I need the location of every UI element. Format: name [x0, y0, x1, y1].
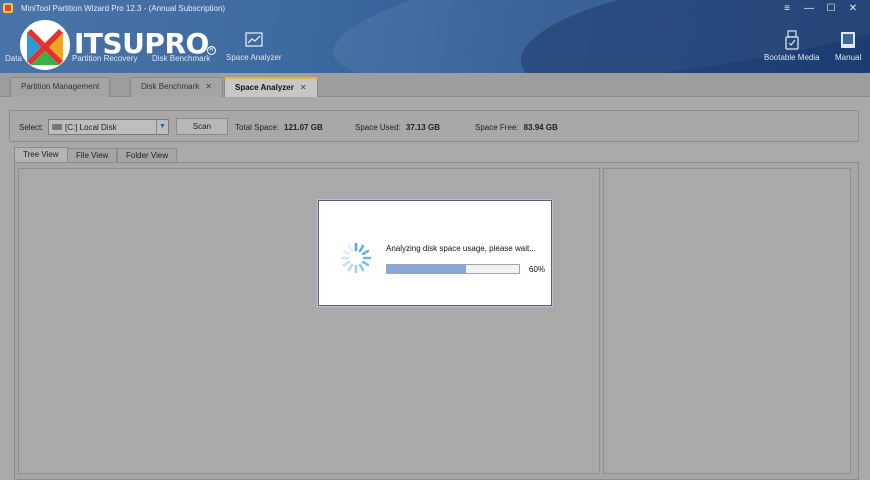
- disk-icon: [52, 124, 62, 130]
- total-space-value: 121.07 GB: [284, 123, 323, 132]
- window-title: MiniTool Partition Wizard Pro 12.3 - (An…: [21, 4, 226, 13]
- tab-partition-management[interactable]: Partition Management: [10, 77, 111, 97]
- space-free-label: Space Free:: [475, 123, 519, 132]
- logo-text: ITSUPRO: [74, 27, 209, 60]
- usb-icon: [785, 30, 799, 50]
- title-ribbon: MiniTool Partition Wizard Pro 12.3 - (An…: [0, 0, 870, 73]
- close-tab-icon[interactable]: ✕: [300, 83, 307, 92]
- drive-select[interactable]: [C:] Local Disk ▼: [48, 119, 169, 135]
- tab-file-view[interactable]: File View: [67, 148, 118, 162]
- tab-tree-view[interactable]: Tree View: [14, 147, 68, 162]
- select-bar: Select: [C:] Local Disk ▼ Scan Total Spa…: [9, 110, 859, 142]
- toolbar-space-analyzer[interactable]: Space Analyzer: [226, 30, 282, 62]
- tab-label: Disk Benchmark: [141, 82, 200, 91]
- progress-bar-fill: [387, 265, 467, 273]
- tab-disk-benchmark[interactable]: Disk Benchmark ✕: [130, 77, 223, 97]
- book-icon: [841, 32, 856, 48]
- tab-label: Partition Management: [21, 82, 100, 91]
- space-used-label: Space Used:: [355, 123, 401, 132]
- main-tab-strip: Partition Management Disk Benchmark ✕ Spa…: [0, 73, 870, 97]
- logo-icon: [27, 29, 63, 65]
- toolbar-bootable-media[interactable]: Bootable Media: [764, 30, 820, 62]
- progress-dialog: Analyzing disk space usage, please wait.…: [318, 200, 552, 306]
- progress-message: Analyzing disk space usage, please wait.…: [386, 244, 536, 253]
- total-space-stat: Total Space: 121.07 GB: [235, 123, 323, 132]
- loading-spinner-icon: [340, 242, 372, 274]
- maximize-button[interactable]: ☐: [820, 2, 842, 16]
- scan-button[interactable]: Scan: [176, 118, 228, 135]
- watermark-logo: ITSUPRO R: [20, 20, 220, 72]
- tool-label: Space Analyzer: [226, 53, 282, 62]
- close-tab-icon[interactable]: ✕: [205, 82, 212, 91]
- space-used-value: 37.13 GB: [405, 123, 441, 132]
- total-space-label: Total Space:: [235, 123, 280, 132]
- tab-folder-view[interactable]: Folder View: [117, 148, 178, 162]
- menu-button[interactable]: ≡: [776, 2, 798, 16]
- progress-percent: 60%: [529, 265, 546, 274]
- app-icon: [3, 3, 13, 13]
- tool-label: Manual: [835, 53, 862, 62]
- tab-label: Space Analyzer: [235, 83, 294, 92]
- space-used-stat: Space Used: 37.13 GB: [355, 123, 440, 132]
- tab-space-analyzer[interactable]: Space Analyzer ✕: [224, 77, 318, 97]
- minimize-button[interactable]: —: [798, 2, 820, 16]
- close-button[interactable]: ✕: [842, 2, 864, 16]
- window-controls: ≡ — ☐ ✕: [776, 2, 864, 16]
- registered-mark: R: [207, 46, 216, 55]
- detail-pane[interactable]: [603, 168, 851, 474]
- select-label: Select:: [19, 123, 44, 132]
- logo-mark: [20, 20, 70, 70]
- progress-bar: [386, 264, 520, 274]
- space-free-stat: Space Free: 83.94 GB: [475, 123, 558, 132]
- toolbar-manual[interactable]: Manual: [835, 30, 861, 62]
- tool-label: Bootable Media: [764, 53, 820, 62]
- space-analyzer-icon: [245, 32, 263, 47]
- drive-select-value: [C:] Local Disk: [65, 123, 117, 132]
- space-free-value: 83.94 GB: [523, 123, 558, 132]
- chevron-down-icon[interactable]: ▼: [156, 120, 168, 134]
